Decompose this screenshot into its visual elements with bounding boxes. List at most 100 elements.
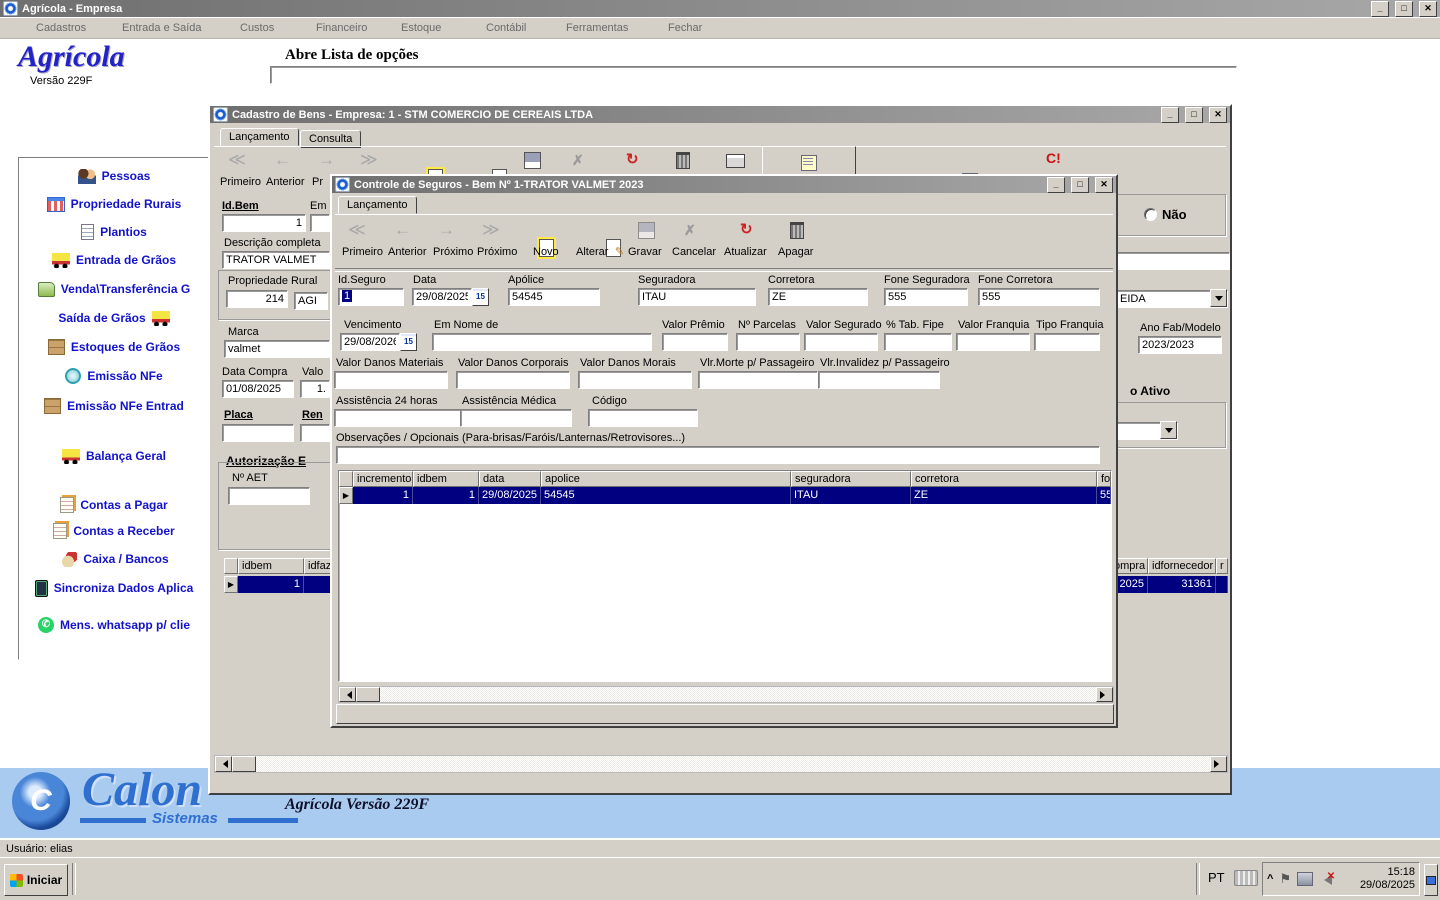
valor-premio-field[interactable] bbox=[662, 333, 728, 351]
vinval-field[interactable] bbox=[818, 371, 940, 389]
menu-estoque[interactable]: Estoque bbox=[401, 22, 441, 34]
menu-ferramentas[interactable]: Ferramentas bbox=[566, 22, 628, 34]
menu-entrada-saida[interactable]: Entrada e Saída bbox=[122, 22, 202, 34]
bens-hscrollbar[interactable] bbox=[214, 755, 1228, 773]
next-record-button[interactable]: → bbox=[438, 220, 455, 240]
sidebar-item-caixa-bancos[interactable]: Caixa / Bancos bbox=[19, 547, 209, 571]
sidebar-item-estoques-graos[interactable]: Estoques de Grãos bbox=[19, 335, 209, 359]
chevron-down-icon[interactable] bbox=[1160, 421, 1177, 439]
aet-field[interactable] bbox=[228, 487, 310, 505]
chevron-down-icon[interactable] bbox=[1210, 289, 1227, 307]
calendar-button[interactable]: 15 bbox=[472, 288, 489, 306]
sidebar-item-contas-receber[interactable]: Contas a Receber bbox=[19, 519, 209, 543]
renavam-field[interactable] bbox=[300, 424, 330, 442]
ano-field[interactable] bbox=[1138, 336, 1222, 354]
propriedade-id-field[interactable] bbox=[226, 290, 288, 308]
scroll-thumb[interactable] bbox=[232, 756, 256, 772]
volume-muted-icon[interactable]: ✕ bbox=[1319, 873, 1333, 885]
id-seguro-field[interactable]: 1 bbox=[338, 288, 404, 306]
sidebar-item-plantios[interactable]: Plantios bbox=[19, 220, 209, 244]
sidebar-item-venda-transferencia[interactable]: Venda\Transferência G bbox=[19, 277, 209, 301]
seguradora-field[interactable] bbox=[638, 288, 756, 306]
valor-field[interactable] bbox=[300, 380, 330, 398]
atualizar-icon[interactable]: ↻ bbox=[740, 220, 753, 238]
sidebar-item-propriedade-rurais[interactable]: Propriedade Rurais bbox=[19, 192, 209, 216]
sidebar-item-emissao-nfe-entrada[interactable]: Emissão NFe Entrad bbox=[19, 394, 209, 418]
apagar-label[interactable]: Apagar bbox=[778, 246, 813, 258]
marca-field[interactable] bbox=[224, 340, 330, 358]
tray-expand-icon[interactable]: ^ bbox=[1267, 873, 1273, 885]
vencimento-field[interactable] bbox=[340, 333, 400, 351]
sidebar-item-entrada-graos[interactable]: Entrada de Grãos bbox=[19, 248, 209, 272]
col-idbem[interactable]: idbem bbox=[238, 558, 304, 574]
cancel-icon[interactable]: ✗ bbox=[572, 152, 584, 169]
vmorte-field[interactable] bbox=[698, 371, 818, 389]
seguros-hscrollbar[interactable] bbox=[338, 686, 1114, 703]
novo-label[interactable]: Novo bbox=[533, 246, 559, 258]
tipo-franquia-field[interactable] bbox=[1034, 333, 1100, 351]
first-record-button[interactable]: ≪ bbox=[228, 150, 246, 170]
fone-corretora-field[interactable] bbox=[978, 288, 1100, 306]
right-text-field[interactable] bbox=[1116, 252, 1230, 270]
tray-flag-icon[interactable]: ⚑ bbox=[1279, 871, 1291, 887]
valor-franquia-field[interactable] bbox=[956, 333, 1030, 351]
cell-idfornecedor[interactable]: 31361 bbox=[1148, 576, 1216, 593]
cell-idbem[interactable]: 1 bbox=[238, 576, 304, 593]
sidebar-item-whatsapp[interactable]: ✆Mens. whatsapp p/ clie bbox=[19, 613, 209, 637]
apolice-field[interactable] bbox=[508, 288, 600, 306]
next-record-button[interactable]: → bbox=[318, 150, 335, 170]
col-fone[interactable]: fo bbox=[1097, 471, 1111, 487]
col-idfaze[interactable]: idfaze bbox=[304, 558, 332, 574]
observacoes-field[interactable] bbox=[336, 446, 1100, 464]
col-seguradora[interactable]: seguradora bbox=[791, 471, 911, 487]
assistencia24-field[interactable] bbox=[334, 409, 464, 427]
bens-maximize-button[interactable]: □ bbox=[1185, 107, 1203, 123]
refresh-icon[interactable]: ↻ bbox=[626, 150, 639, 168]
scroll-left-icon[interactable] bbox=[339, 687, 356, 702]
menu-fechar[interactable]: Fechar bbox=[668, 22, 702, 34]
seguros-tab-lancamento[interactable]: Lançamento bbox=[338, 196, 417, 214]
first-record-button[interactable]: ≪ bbox=[348, 220, 366, 240]
fone-seguradora-field[interactable] bbox=[884, 288, 968, 306]
tab-fipe-field[interactable] bbox=[884, 333, 952, 351]
data-compra-field[interactable] bbox=[222, 380, 294, 398]
codigo-field[interactable] bbox=[588, 409, 698, 427]
restore-button[interactable]: □ bbox=[1395, 1, 1413, 17]
open-list-input[interactable] bbox=[270, 66, 1237, 84]
col-data[interactable]: data bbox=[479, 471, 541, 487]
alterar-label[interactable]: Alterar bbox=[576, 246, 608, 258]
scroll-left-icon[interactable] bbox=[215, 756, 232, 772]
bens-minimize-button[interactable]: _ bbox=[1161, 107, 1179, 123]
menu-financeiro[interactable]: Financeiro bbox=[316, 22, 367, 34]
col-incremento[interactable]: incremento bbox=[353, 471, 413, 487]
delete-icon[interactable] bbox=[676, 152, 690, 169]
col-idbem[interactable]: idbem bbox=[413, 471, 479, 487]
close-button[interactable]: ✕ bbox=[1419, 1, 1437, 17]
minimize-button[interactable]: _ bbox=[1371, 1, 1389, 17]
nao-radio[interactable] bbox=[1144, 208, 1157, 221]
id-bem-field[interactable] bbox=[222, 214, 306, 232]
atualizar-label[interactable]: Atualizar bbox=[724, 246, 767, 258]
descricao-field[interactable] bbox=[222, 251, 330, 269]
menu-cadastros[interactable]: Cadastros bbox=[36, 22, 86, 34]
seguros-close-button[interactable]: ✕ bbox=[1095, 177, 1113, 193]
menu-contabil[interactable]: Contábil bbox=[486, 22, 526, 34]
apagar-icon[interactable] bbox=[790, 222, 804, 239]
grid-selected-row[interactable]: ▶ 1 1 29/08/2025 54545 ITAU ZE 55 bbox=[339, 487, 1111, 504]
show-desktop-button[interactable] bbox=[1424, 864, 1438, 896]
alert-icon[interactable]: C! bbox=[1046, 150, 1061, 166]
assistencia-medica-field[interactable] bbox=[460, 409, 572, 427]
prev-record-button[interactable]: ← bbox=[394, 220, 411, 240]
save-icon[interactable] bbox=[524, 152, 541, 169]
seguros-maximize-button[interactable]: □ bbox=[1071, 177, 1089, 193]
network-icon[interactable] bbox=[1297, 872, 1313, 886]
col-apolice[interactable]: apolice bbox=[541, 471, 791, 487]
vdm-field[interactable] bbox=[334, 371, 448, 389]
corretora-field[interactable] bbox=[768, 288, 868, 306]
ativo-combobox[interactable] bbox=[1116, 422, 1178, 440]
seguros-minimize-button[interactable]: _ bbox=[1047, 177, 1065, 193]
sidebar-item-saida-graos[interactable]: Saída de Grãos bbox=[19, 306, 209, 330]
start-button[interactable]: Iniciar bbox=[4, 864, 68, 896]
data-field[interactable] bbox=[412, 288, 472, 306]
vdc-field[interactable] bbox=[456, 371, 570, 389]
